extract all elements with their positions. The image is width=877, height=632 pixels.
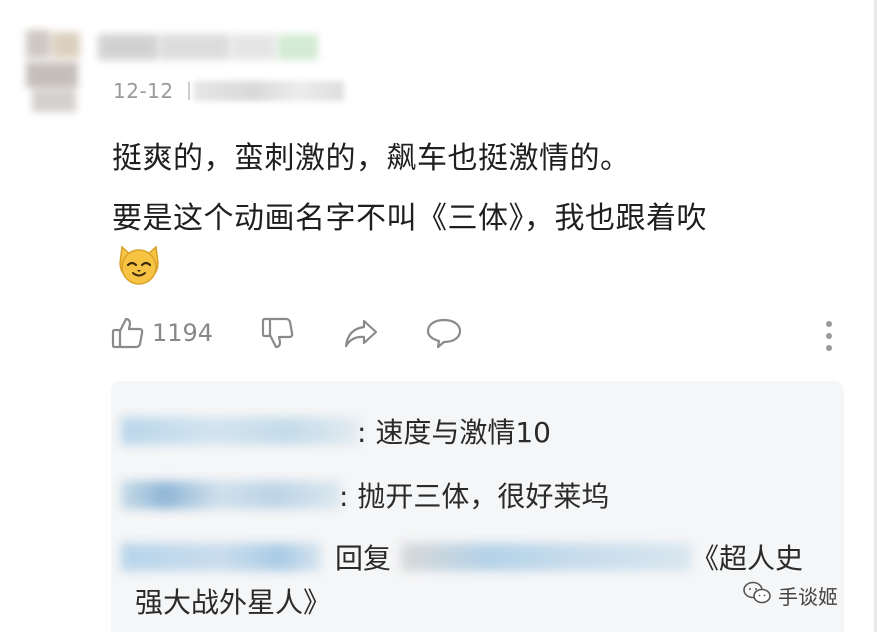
- comment-text-line-1: 挺爽的，蛮刺激的，飙车也挺激情的。: [112, 141, 631, 176]
- reply-author[interactable]: [121, 481, 341, 509]
- comment-date: 12-12: [113, 79, 174, 103]
- reply-text: : 速度与激情10: [357, 416, 551, 449]
- meta-separator: [187, 82, 190, 100]
- thumbs-up-icon: [110, 315, 146, 351]
- like-count: 1194: [152, 319, 214, 347]
- reply-text-tail: 《超人史: [691, 542, 804, 575]
- location-info: [193, 81, 344, 101]
- reply-item[interactable]: : 速度与激情10: [111, 411, 844, 451]
- like-button[interactable]: 1194: [110, 315, 213, 351]
- comment-bubble-icon: [425, 315, 463, 351]
- reply-item[interactable]: : 抛开三体，很好莱坞: [111, 475, 844, 515]
- dislike-button[interactable]: [260, 315, 296, 351]
- watermark: 手谈姬: [742, 580, 838, 610]
- reply-text: : 抛开三体，很好莱坞: [339, 480, 610, 513]
- wechat-icon: [742, 580, 772, 610]
- watermark-text: 手谈姬: [778, 584, 838, 609]
- thumbs-down-icon: [260, 315, 296, 351]
- cat-face-emoji: [116, 241, 162, 287]
- avatar[interactable]: [26, 30, 82, 114]
- reply-target-user[interactable]: [401, 543, 691, 571]
- reply-text-line-2: 强大战外星人》: [135, 586, 332, 619]
- reply-author[interactable]: [121, 543, 321, 571]
- reply-item[interactable]: 回复 《超人史: [111, 537, 844, 577]
- reply-button[interactable]: [425, 315, 463, 351]
- share-button[interactable]: [342, 315, 380, 351]
- comment-text-line-2: 要是这个动画名字不叫《三体》，我也跟着吹: [112, 201, 707, 236]
- comment-meta: 12-12: [113, 78, 344, 104]
- reply-prefix: 回复: [335, 542, 392, 575]
- more-vertical-icon: [822, 321, 836, 356]
- username[interactable]: [98, 34, 318, 60]
- more-options-button[interactable]: [822, 320, 836, 356]
- share-icon: [342, 315, 380, 351]
- reply-author[interactable]: [121, 417, 359, 445]
- replies-panel[interactable]: : 速度与激情10 : 抛开三体，很好莱坞 回复 《超人史 强大战外星人》: [111, 381, 844, 632]
